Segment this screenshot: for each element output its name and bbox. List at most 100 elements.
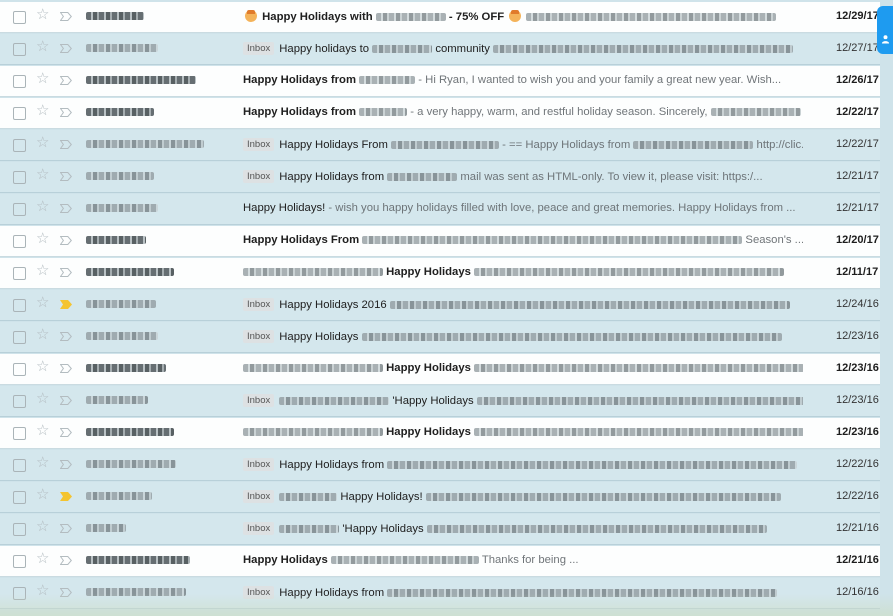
select-checkbox[interactable] [13, 523, 26, 536]
select-checkbox[interactable] [13, 587, 26, 600]
importance-marker-icon[interactable] [60, 76, 72, 85]
email-date: 12/23/16 [836, 330, 879, 342]
email-row[interactable]: ☆ Happy Holidays from - Hi Ryan, I wanted… [0, 66, 880, 97]
star-icon[interactable]: ☆ [36, 327, 49, 342]
email-row[interactable]: ☆ Inbox Happy Holidays! 12/22/16 [0, 482, 880, 513]
star-icon[interactable]: ☆ [36, 391, 49, 406]
select-checkbox[interactable] [13, 395, 26, 408]
star-icon[interactable]: ☆ [36, 551, 49, 566]
star-icon[interactable]: ☆ [36, 487, 49, 502]
importance-marker-icon[interactable] [60, 236, 72, 245]
star-icon[interactable]: ☆ [36, 7, 49, 22]
select-checkbox[interactable] [13, 459, 26, 472]
email-subject: Happy Holidays From [243, 234, 360, 246]
star-icon[interactable]: ☆ [36, 231, 49, 246]
importance-marker-icon[interactable] [60, 300, 72, 309]
select-checkbox[interactable] [13, 491, 26, 504]
email-snippet: Thanks for being ... [481, 554, 579, 566]
select-checkbox[interactable] [13, 427, 26, 440]
email-subject: Happy Holidays from [243, 74, 356, 86]
star-icon[interactable]: ☆ [36, 135, 49, 150]
star-icon[interactable]: ☆ [36, 71, 49, 86]
importance-marker-icon[interactable] [60, 588, 72, 597]
importance-marker-icon[interactable] [60, 524, 72, 533]
inbox-label-badge: Inbox [243, 522, 275, 535]
star-icon[interactable]: ☆ [36, 519, 49, 534]
inbox-label-badge: Inbox [243, 394, 275, 407]
select-checkbox[interactable] [13, 203, 26, 216]
importance-marker-icon[interactable] [60, 492, 72, 501]
star-icon[interactable]: ☆ [36, 263, 49, 278]
select-checkbox[interactable] [13, 299, 26, 312]
importance-marker-icon[interactable] [60, 204, 72, 213]
email-snippet: - wish you happy holidays filled with lo… [328, 202, 796, 214]
star-icon[interactable]: ☆ [36, 295, 49, 310]
select-checkbox[interactable] [13, 171, 26, 184]
email-row[interactable]: ☆ Happy Holidays 12/23/16 [0, 418, 880, 449]
email-subject: Happy Holidays with [262, 11, 373, 23]
email-snippet: - Hi Ryan, I wanted to wish you and your… [418, 74, 782, 86]
email-row[interactable]: ☆ Inbox Happy holidays to community 12/27/… [0, 34, 880, 65]
select-checkbox[interactable] [13, 107, 26, 120]
star-icon[interactable]: ☆ [36, 423, 49, 438]
star-icon[interactable]: ☆ [36, 455, 49, 470]
importance-marker-icon[interactable] [60, 556, 72, 565]
email-row[interactable]: ☆ Inbox Happy Holidays From - == Happy Hol… [0, 130, 880, 161]
importance-marker-icon[interactable] [60, 396, 72, 405]
redacted-text [387, 173, 458, 182]
star-icon[interactable]: ☆ [36, 39, 49, 54]
select-checkbox[interactable] [13, 43, 26, 56]
email-row[interactable]: ☆ Happy Holidays Thanks for being ... 12/2… [0, 546, 880, 577]
select-checkbox[interactable] [13, 331, 26, 344]
email-date: 12/16/16 [836, 586, 879, 598]
side-panel-tab[interactable] [877, 6, 893, 54]
importance-marker-icon[interactable] [60, 12, 72, 21]
email-row[interactable]: ☆ Happy Holidays with - 75% OFF 12/29/17 [0, 2, 880, 33]
email-row[interactable]: ☆ Happy Holidays from - a very happy, war… [0, 98, 880, 129]
email-date: 12/11/17 [836, 266, 879, 278]
importance-marker-icon[interactable] [60, 44, 72, 53]
email-row[interactable]: ☆ Happy Holidays 12/23/16 [0, 354, 880, 385]
select-checkbox[interactable] [13, 75, 26, 88]
redacted-text [330, 556, 479, 565]
email-row[interactable]: ☆ Inbox 'Happy Holidays 12/21/16 [0, 514, 880, 545]
select-checkbox[interactable] [13, 267, 26, 280]
select-checkbox[interactable] [13, 139, 26, 152]
email-row[interactable]: ☆ Inbox Happy Holidays from mail was sent … [0, 162, 880, 193]
redacted-text [86, 139, 204, 148]
importance-marker-icon[interactable] [60, 268, 72, 277]
email-subject: 'Happy Holidays [392, 395, 474, 407]
email-row[interactable]: ☆ Inbox Happy Holidays 2016 12/24/16 [0, 290, 880, 321]
email-row[interactable]: ☆ Happy Holidays! - wish you happy holida… [0, 194, 880, 225]
email-row[interactable]: ☆ Happy Holidays From Season's ... 12/20/1… [0, 226, 880, 257]
redacted-text [86, 363, 166, 372]
importance-marker-icon[interactable] [60, 172, 72, 181]
star-icon[interactable]: ☆ [36, 199, 49, 214]
importance-marker-icon[interactable] [60, 140, 72, 149]
select-checkbox[interactable] [13, 555, 26, 568]
redacted-text [362, 236, 743, 245]
sender-name [86, 458, 226, 470]
select-checkbox[interactable] [13, 11, 26, 24]
redacted-text [86, 11, 144, 20]
importance-marker-icon[interactable] [60, 364, 72, 373]
star-icon[interactable]: ☆ [36, 583, 49, 598]
star-icon[interactable]: ☆ [36, 167, 49, 182]
redacted-text [86, 107, 154, 116]
importance-marker-icon[interactable] [60, 108, 72, 117]
select-checkbox[interactable] [13, 235, 26, 248]
email-row[interactable]: ☆ Inbox Happy Holidays from 12/22/16 [0, 450, 880, 481]
inbox-label-badge: Inbox [243, 586, 275, 599]
select-checkbox[interactable] [13, 363, 26, 376]
importance-marker-icon[interactable] [60, 332, 72, 341]
importance-marker-icon[interactable] [60, 428, 72, 437]
email-row[interactable]: ☆ Inbox 'Happy Holidays 12/23/16 [0, 386, 880, 417]
star-icon[interactable]: ☆ [36, 103, 49, 118]
email-date: 12/22/16 [836, 490, 879, 502]
email-row[interactable]: ☆ Inbox Happy Holidays 12/23/16 [0, 322, 880, 353]
email-row[interactable]: ☆ Inbox Happy Holidays from 12/16/16 [0, 578, 880, 609]
email-content: Happy Holidays from - a very happy, warm… [243, 106, 803, 118]
importance-marker-icon[interactable] [60, 460, 72, 469]
email-row[interactable]: ☆ Happy Holidays 12/11/17 [0, 258, 880, 289]
star-icon[interactable]: ☆ [36, 359, 49, 374]
